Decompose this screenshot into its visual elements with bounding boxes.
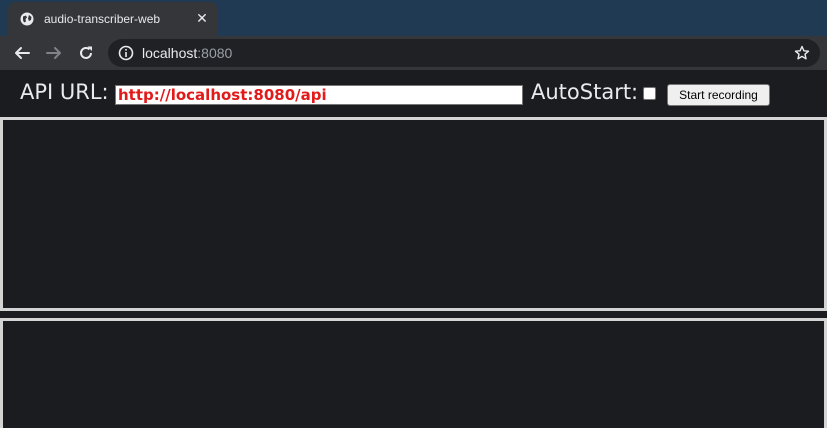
secondary-panel: [0, 318, 827, 428]
url-text: localhost:8080: [142, 45, 232, 61]
start-recording-button[interactable]: Start recording: [667, 84, 770, 106]
browser-toolbar: localhost:8080: [0, 36, 827, 70]
star-icon[interactable]: [794, 45, 810, 61]
url-port: :8080: [197, 45, 233, 61]
autostart-label: AutoStart:: [531, 80, 639, 104]
reload-icon[interactable]: [76, 43, 96, 63]
browser-tab[interactable]: audio-transcriber-web ✕: [8, 2, 218, 36]
url-host: localhost: [142, 45, 198, 61]
address-bar[interactable]: localhost:8080: [108, 39, 820, 67]
tab-title: audio-transcriber-web: [44, 12, 161, 26]
api-url-input[interactable]: [115, 85, 523, 105]
close-icon[interactable]: ✕: [194, 11, 210, 27]
page-content: API URL: AutoStart: Start recording: [0, 70, 827, 428]
controls-bar: API URL: AutoStart: Start recording: [0, 70, 827, 116]
transcript-panel: [0, 117, 827, 311]
globe-icon: [20, 12, 34, 26]
api-url-label: API URL:: [20, 80, 109, 104]
forward-arrow-icon[interactable]: [44, 43, 64, 63]
tab-strip: audio-transcriber-web ✕: [0, 0, 827, 36]
autostart-checkbox[interactable]: [643, 87, 656, 100]
info-icon[interactable]: [118, 45, 134, 61]
back-arrow-icon[interactable]: [12, 43, 32, 63]
